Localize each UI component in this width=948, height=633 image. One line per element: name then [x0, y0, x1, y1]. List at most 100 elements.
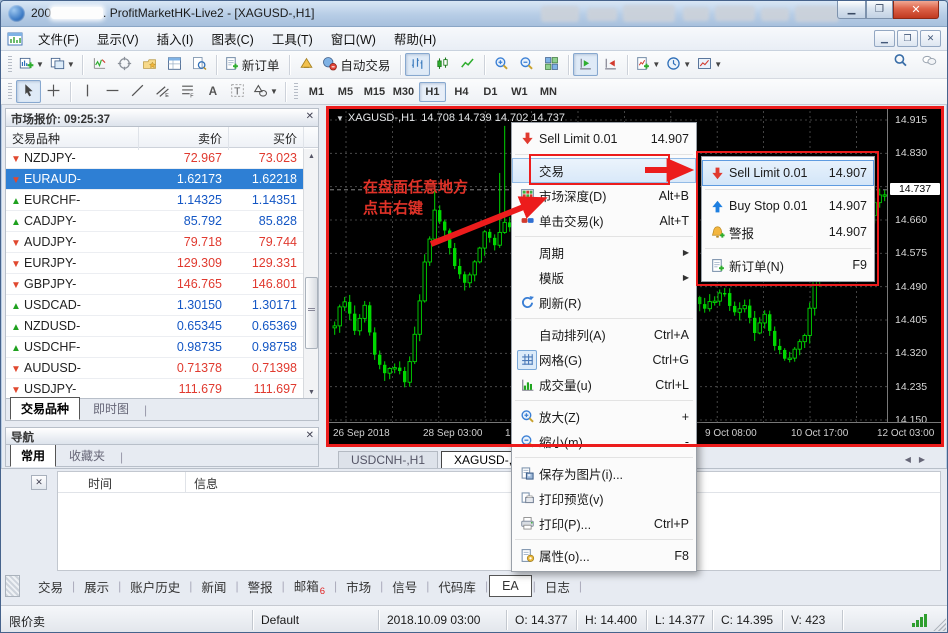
toolbar-button-tick-chart[interactable] [87, 53, 112, 76]
toolbar-button-vertical-line[interactable] [75, 80, 100, 103]
market-watch-row[interactable]: ▼AUDJPY-79.71879.744 [6, 232, 318, 253]
chevron-down-icon[interactable]: ▼ [67, 60, 75, 69]
menubar-item-5[interactable]: 窗口(W) [322, 26, 385, 51]
toolbar-button-horizontal-line[interactable] [100, 80, 125, 103]
mdi-restore-button[interactable]: ❐ [897, 30, 918, 47]
market-watch-row[interactable]: ▼NZDJPY-72.96773.023 [6, 148, 318, 169]
context-menu-item-trade[interactable]: 交易 [512, 158, 696, 183]
toolbar-button-new-order[interactable]: 新订单 [221, 53, 286, 76]
timeframe-m30[interactable]: M30 [390, 82, 417, 102]
toolbar-button-shapes[interactable]: ▼ [250, 80, 281, 103]
chevron-down-icon[interactable]: ▼ [336, 114, 344, 123]
timeframe-h1[interactable]: H1 [419, 82, 446, 102]
market-watch-scrollbar[interactable]: ▲ ▼ [303, 149, 318, 400]
market-watch-row[interactable]: ▼AUDUSD-0.713780.71398 [6, 358, 318, 379]
chat-icon[interactable] [922, 53, 937, 68]
timeframe-w1[interactable]: W1 [506, 82, 533, 102]
terminal-tab-5[interactable]: 邮箱6 [286, 573, 333, 600]
column-sell[interactable]: 卖价 [139, 127, 229, 150]
chevron-down-icon[interactable]: ▼ [714, 60, 722, 69]
timeframe-d1[interactable]: D1 [477, 82, 504, 102]
terminal-tab-1[interactable]: 展示 [76, 574, 117, 599]
scrollbar-thumb[interactable] [305, 277, 318, 349]
market-watch-row[interactable]: ▼EURAUD-1.621731.62218 [6, 169, 318, 190]
chevron-down-icon[interactable]: ▼ [36, 60, 44, 69]
minimize-button[interactable]: ▁ [837, 1, 866, 19]
terminal-tab-6[interactable]: 市场 [338, 574, 379, 599]
market-watch-row[interactable]: ▼GBPJPY-146.765146.801 [6, 274, 318, 295]
toolbar-button-tile-windows[interactable] [539, 53, 564, 76]
search-icon[interactable] [893, 53, 908, 68]
toolbar-button-chart-shift[interactable] [573, 53, 598, 76]
market-watch-row[interactable]: ▼EURJPY-129.309129.331 [6, 253, 318, 274]
column-buy[interactable]: 买价 [229, 127, 304, 150]
timeframe-m15[interactable]: M15 [361, 82, 388, 102]
trade-submenu-item-buy-stop[interactable]: Buy Stop 0.0114.907 [702, 193, 874, 219]
trade-submenu-item-sell-limit[interactable]: Sell Limit 0.0114.907 [702, 160, 874, 186]
context-menu-item-one-click-trading[interactable]: 单击交易(k)Alt+T [512, 208, 696, 233]
toolbar-button-new-chart[interactable]: ▼ [16, 53, 47, 76]
column-symbol[interactable]: 交易品种 [6, 127, 139, 150]
tab-scroll-arrows[interactable]: ◀▶ [905, 455, 933, 464]
scroll-up-icon[interactable]: ▲ [304, 149, 319, 164]
menubar-item-2[interactable]: 插入(I) [148, 26, 203, 51]
toolbar-button-line-chart[interactable] [455, 53, 480, 76]
terminal-tab-2[interactable]: 账户历史 [122, 574, 188, 599]
context-menu-item-template[interactable]: 模版▶ [512, 265, 696, 290]
toolbar-button-candles[interactable] [430, 53, 455, 76]
toolbar-button-zoom-in[interactable] [489, 53, 514, 76]
toolbar-button-text-label[interactable]: T [225, 80, 250, 103]
trade-submenu-item-new-order[interactable]: 新订单(N)F9 [702, 252, 874, 278]
status-profile[interactable]: Default [253, 610, 379, 630]
toolbar-grip[interactable] [8, 56, 12, 74]
toolbar-button-market-watch-toggle[interactable] [162, 53, 187, 76]
close-icon[interactable]: ✕ [31, 475, 47, 490]
chevron-down-icon[interactable]: ▼ [683, 60, 691, 69]
context-menu-item-zoom-in[interactable]: 放大(Z)+ [512, 404, 696, 429]
toolbar-button-bars[interactable] [405, 53, 430, 76]
restore-button[interactable]: ❐ [866, 1, 893, 19]
close-icon[interactable]: ✕ [306, 430, 314, 441]
context-menu-item-grid[interactable]: 网格(G)Ctrl+G [512, 347, 696, 372]
timeframe-h4[interactable]: H4 [448, 82, 475, 102]
context-menu-item-refresh[interactable]: 刷新(R) [512, 290, 696, 315]
context-menu-item-periodicity[interactable]: 周期▶ [512, 240, 696, 265]
toolbar-grip[interactable] [294, 83, 298, 101]
toolbar-button-crosshair[interactable] [41, 80, 66, 103]
market-watch-tab-即时图[interactable]: 即时图 [82, 397, 140, 420]
toolbar-button-autotrade[interactable]: 自动交易 [319, 53, 396, 76]
navigator-tab-常用[interactable]: 常用 [10, 444, 56, 467]
close-icon[interactable]: ✕ [306, 111, 314, 122]
market-watch-row[interactable]: ▲CADJPY-85.79285.828 [6, 211, 318, 232]
chevron-down-icon[interactable]: ▼ [652, 60, 660, 69]
market-watch-row[interactable]: ▲NZDUSD-0.653450.65369 [6, 316, 318, 337]
market-watch-row[interactable]: ▲USDCHF-0.987350.98758 [6, 337, 318, 358]
toolbar-button-profiles[interactable]: ▼ [47, 53, 78, 76]
context-menu-item-save-as-picture[interactable]: 保存为图片(i)... [512, 461, 696, 486]
context-menu-item-depth-of-market[interactable]: 市场深度(D)Alt+B [512, 183, 696, 208]
menubar-item-3[interactable]: 图表(C) [202, 26, 262, 51]
terminal-tab-10[interactable]: 日志 [537, 574, 578, 599]
menubar-item-4[interactable]: 工具(T) [263, 26, 322, 51]
toolbar-button-equidistant-channel[interactable]: E [150, 80, 175, 103]
close-button[interactable]: ✕ [893, 1, 939, 19]
panel-grip[interactable] [5, 575, 20, 597]
mdi-minimize-button[interactable]: ▁ [874, 30, 895, 47]
toolbar-button-cursor[interactable] [16, 80, 41, 103]
navigator-tab-收藏夹[interactable]: 收藏夹 [58, 444, 116, 467]
market-watch-row[interactable]: ▲USDCAD-1.301501.30171 [6, 295, 318, 316]
context-menu-item-zoom-out[interactable]: 缩小(m)- [512, 429, 696, 454]
mdi-close-button[interactable]: ✕ [920, 30, 941, 47]
terminal-tab-ea[interactable]: EA [489, 575, 532, 597]
menubar-item-6[interactable]: 帮助(H) [385, 26, 445, 51]
trade-submenu-item-alert[interactable]: 警报14.907 [702, 219, 874, 245]
market-watch-row[interactable]: ▲EURCHF-1.143251.14351 [6, 190, 318, 211]
terminal-tab-8[interactable]: 代码库 [430, 574, 484, 599]
timeframe-mn[interactable]: MN [535, 82, 562, 102]
toolbar-button-zoom-out[interactable] [514, 53, 539, 76]
toolbar-button-data-window[interactable] [187, 53, 212, 76]
toolbar-button-auto-scroll[interactable] [598, 53, 623, 76]
context-menu-item-print-preview[interactable]: 打印预览(v) [512, 486, 696, 511]
toolbar-button-crosshair-target[interactable] [112, 53, 137, 76]
column-time[interactable]: 时间 [58, 472, 186, 492]
